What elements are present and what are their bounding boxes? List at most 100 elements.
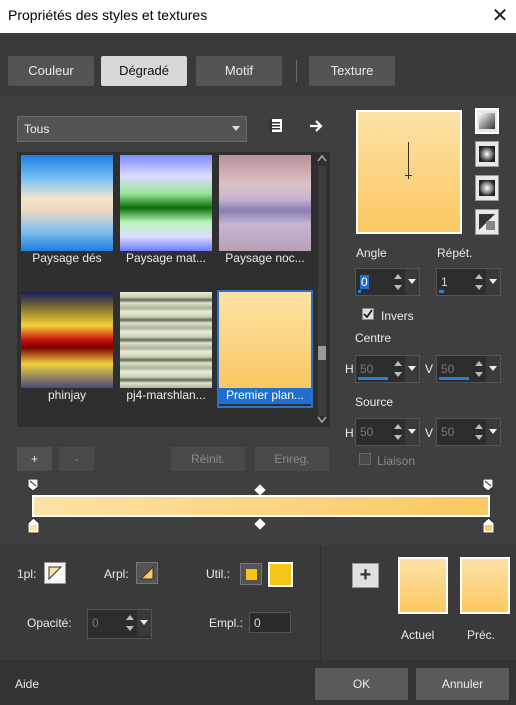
remove-gradient-button[interactable]: - bbox=[59, 447, 94, 471]
angle-value[interactable]: 0 bbox=[360, 275, 369, 289]
save-button[interactable]: Enreg. bbox=[255, 447, 329, 471]
source-v-value[interactable]: 50 bbox=[441, 425, 454, 439]
chevron-down-icon[interactable] bbox=[405, 269, 419, 295]
background-stop-icon[interactable] bbox=[136, 562, 158, 584]
gradient-swatch bbox=[21, 155, 113, 251]
spin-up-icon[interactable] bbox=[394, 424, 402, 429]
gradient-editor-bar[interactable] bbox=[32, 495, 490, 517]
opacity-spinner[interactable]: 0 bbox=[87, 609, 152, 639]
spin-up-icon[interactable] bbox=[475, 361, 483, 366]
center-h-slider-bar[interactable] bbox=[358, 377, 388, 380]
spin-down-icon[interactable] bbox=[126, 626, 134, 631]
center-v-spinner[interactable]: 50 bbox=[436, 355, 501, 383]
spin-up-icon[interactable] bbox=[394, 274, 402, 279]
cancel-button[interactable]: Annuler bbox=[416, 668, 509, 700]
tab-motif[interactable]: Motif bbox=[196, 56, 282, 86]
repeat-spinner[interactable]: 1 bbox=[436, 268, 501, 296]
previous-preview[interactable] bbox=[460, 557, 510, 614]
spin-up-icon[interactable] bbox=[126, 615, 134, 620]
gradient-thumb[interactable]: Paysage dés bbox=[21, 155, 113, 269]
sunburst-style-icon[interactable] bbox=[475, 209, 499, 235]
spin-down-icon[interactable] bbox=[394, 372, 402, 377]
center-v-slider-bar[interactable] bbox=[439, 377, 469, 380]
chevron-down-icon[interactable] bbox=[486, 356, 500, 382]
chevron-down-icon[interactable] bbox=[137, 610, 151, 636]
repeat-value[interactable]: 1 bbox=[441, 275, 448, 289]
use-label: Util.: bbox=[206, 567, 230, 581]
gradient-thumb[interactable]: Paysage mat... bbox=[120, 155, 212, 269]
gradient-swatch bbox=[21, 292, 113, 388]
source-h-value[interactable]: 50 bbox=[360, 425, 373, 439]
close-icon[interactable]: ✕ bbox=[486, 3, 514, 29]
center-h-value[interactable]: 50 bbox=[360, 362, 373, 376]
spin-down-icon[interactable] bbox=[475, 372, 483, 377]
gradient-thumb[interactable]: phinjay bbox=[21, 292, 113, 406]
source-h-spinner[interactable]: 50 bbox=[355, 418, 420, 446]
location-input[interactable]: 0 bbox=[249, 612, 291, 633]
center-v-value[interactable]: 50 bbox=[441, 362, 454, 376]
current-preview[interactable] bbox=[398, 557, 448, 614]
category-dropdown[interactable]: Tous bbox=[17, 116, 247, 142]
add-gradient-button[interactable]: + bbox=[17, 447, 52, 471]
spin-down-icon[interactable] bbox=[394, 285, 402, 290]
tab-couleur[interactable]: Couleur bbox=[8, 56, 94, 86]
angle-spinner[interactable]: 0 bbox=[355, 268, 420, 296]
list-view-icon[interactable] bbox=[267, 118, 285, 134]
center-h-spinner[interactable]: 50 bbox=[355, 355, 420, 383]
user-color-button[interactable] bbox=[240, 563, 262, 585]
chevron-down-icon bbox=[232, 126, 240, 131]
spin-down-icon[interactable] bbox=[475, 435, 483, 440]
scrollbar-thumb[interactable] bbox=[318, 346, 326, 360]
previous-preview-fill bbox=[462, 559, 508, 612]
spin-down-icon[interactable] bbox=[394, 435, 402, 440]
invert-label[interactable]: Invers bbox=[381, 309, 414, 323]
fg-label: 1pl: bbox=[17, 567, 37, 581]
gradient-thumb[interactable]: pj4-marshlan... bbox=[120, 292, 212, 406]
list-scrollbar[interactable] bbox=[316, 152, 328, 426]
tab-degrade[interactable]: Dégradé bbox=[101, 56, 187, 86]
chevron-down-icon[interactable] bbox=[405, 356, 419, 382]
rectangular-style-icon[interactable] bbox=[475, 141, 499, 167]
reset-button[interactable]: Réinit. bbox=[171, 447, 245, 471]
top-right-stop-icon[interactable] bbox=[482, 478, 494, 492]
add-swatch-button[interactable]: + bbox=[352, 563, 379, 588]
gradient-swatch bbox=[219, 155, 311, 251]
repeat-slider-bar[interactable] bbox=[439, 290, 444, 293]
bg-label: Arpl: bbox=[104, 567, 129, 581]
custom-color-swatch[interactable] bbox=[268, 562, 293, 587]
end-color-stop-icon[interactable] bbox=[482, 517, 495, 534]
gradient-thumb-selected[interactable]: Premier plan... bbox=[217, 290, 313, 408]
spin-up-icon[interactable] bbox=[475, 424, 483, 429]
spin-down-icon[interactable] bbox=[475, 285, 483, 290]
scroll-down-icon[interactable] bbox=[317, 415, 327, 423]
chevron-down-icon[interactable] bbox=[486, 419, 500, 445]
chevron-down-icon[interactable] bbox=[405, 419, 419, 445]
chevron-down-icon[interactable] bbox=[486, 269, 500, 295]
center-v-label: V bbox=[425, 362, 434, 376]
spin-up-icon[interactable] bbox=[394, 361, 402, 366]
arrow-right-icon[interactable] bbox=[308, 118, 326, 134]
radial-style-icon[interactable] bbox=[475, 175, 499, 201]
location-value[interactable]: 0 bbox=[254, 616, 261, 630]
invert-checkbox[interactable] bbox=[362, 308, 374, 320]
center-h-label: H bbox=[345, 362, 354, 376]
opacity-value[interactable]: 0 bbox=[92, 616, 99, 630]
linear-style-icon[interactable] bbox=[475, 108, 499, 134]
center-crosshair-icon bbox=[405, 168, 412, 179]
gradient-preview[interactable] bbox=[356, 110, 462, 234]
help-link[interactable]: Aide bbox=[15, 677, 39, 691]
scroll-up-icon[interactable] bbox=[317, 154, 327, 162]
vertical-divider bbox=[320, 545, 321, 660]
ok-button[interactable]: OK bbox=[315, 668, 408, 700]
link-label[interactable]: Liaison bbox=[377, 454, 415, 468]
foreground-stop-icon[interactable] bbox=[44, 562, 66, 584]
spin-up-icon[interactable] bbox=[475, 274, 483, 279]
source-v-spinner[interactable]: 50 bbox=[436, 418, 501, 446]
tab-texture[interactable]: Texture bbox=[309, 56, 395, 86]
link-checkbox[interactable] bbox=[359, 453, 371, 465]
angle-slider-bar[interactable] bbox=[358, 290, 361, 293]
gradient-thumb[interactable]: Paysage noc... bbox=[219, 155, 311, 269]
start-color-stop-icon[interactable] bbox=[27, 517, 40, 534]
top-left-stop-icon[interactable] bbox=[27, 478, 39, 492]
source-label: Source bbox=[355, 395, 394, 409]
